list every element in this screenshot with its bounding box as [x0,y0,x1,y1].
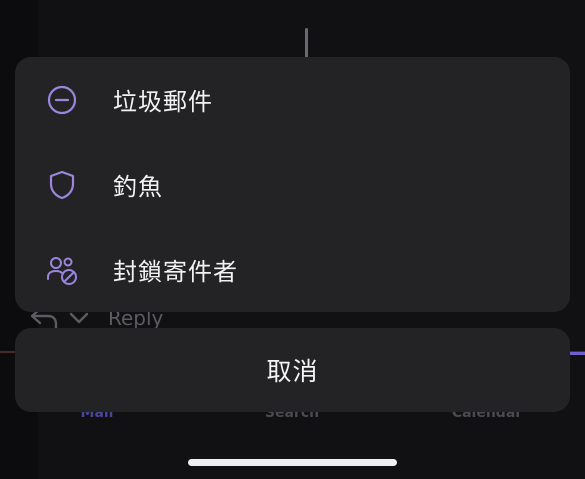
action-block-sender[interactable]: 封鎖寄件者 [15,227,570,312]
cancel-label: 取消 [266,357,319,386]
chevron-down-icon [68,310,90,326]
cancel-button[interactable]: 取消 [15,328,570,412]
home-indicator[interactable] [188,459,397,466]
screen: Reply Mail Search Calendar 垃圾郵件 釣魚 封鎖寄件者… [0,0,585,479]
action-spam-label: 垃圾郵件 [113,88,213,116]
block-user-icon [45,253,79,287]
action-block-sender-label: 封鎖寄件者 [113,258,238,286]
action-sheet: 垃圾郵件 釣魚 封鎖寄件者 [15,57,570,312]
action-phishing[interactable]: 釣魚 [15,142,570,227]
action-spam[interactable]: 垃圾郵件 [15,57,570,142]
minus-circle-icon [45,83,79,117]
action-phishing-label: 釣魚 [113,173,163,201]
shield-icon [45,168,79,202]
